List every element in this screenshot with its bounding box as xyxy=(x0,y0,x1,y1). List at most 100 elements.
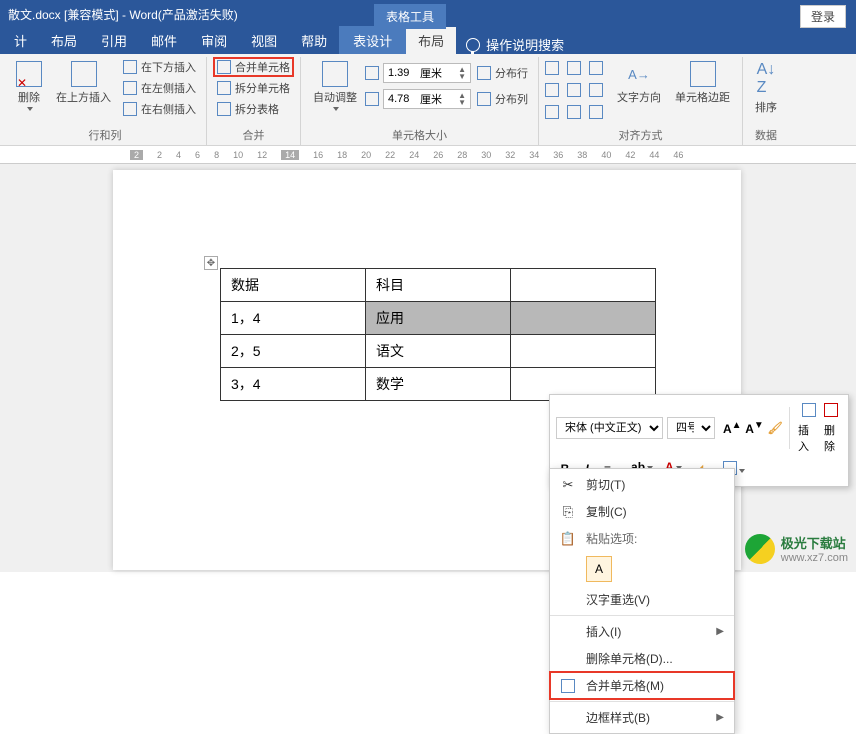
align-ml-button[interactable] xyxy=(545,83,559,97)
ctx-cut[interactable]: ✂剪切(T) xyxy=(550,471,734,498)
col-width-input[interactable]: 厘米▲▼ xyxy=(383,89,471,109)
col-width-icon xyxy=(365,92,379,106)
distribute-cols-label: 分布列 xyxy=(495,91,528,107)
table-cell[interactable]: 数据 xyxy=(221,269,366,302)
align-br-button[interactable] xyxy=(589,105,603,119)
ctx-merge-cells-label: 合并单元格(M) xyxy=(586,677,664,694)
sort-button[interactable]: A↓Z 排序 xyxy=(749,57,783,119)
table-cell[interactable]: 语文 xyxy=(366,335,511,368)
tell-me-search[interactable]: 操作说明搜索 xyxy=(466,35,564,54)
text-direction-button[interactable]: A→ 文字方向 xyxy=(611,57,667,109)
align-mc-button[interactable] xyxy=(567,83,581,97)
ctx-reconvert-label: 汉字重选(V) xyxy=(586,591,650,608)
tab-references[interactable]: 引用 xyxy=(89,27,139,54)
align-bc-button[interactable] xyxy=(567,105,581,119)
table-cell[interactable]: 1，4 xyxy=(221,302,366,335)
distribute-cols-icon xyxy=(477,92,491,106)
tab-design-partial[interactable]: 计 xyxy=(2,27,39,54)
mini-delete-icon[interactable] xyxy=(820,401,842,422)
mini-insert-label[interactable]: 插入 xyxy=(798,422,816,454)
table-cell[interactable]: 2，5 xyxy=(221,335,366,368)
tab-table-layout[interactable]: 布局 xyxy=(406,27,456,54)
shrink-font-button[interactable]: A▼ xyxy=(741,418,759,438)
copy-icon: ⎘ xyxy=(560,504,576,520)
document-title: 散文.docx [兼容模式] - Word(产品激活失败) xyxy=(8,6,238,23)
table-cell[interactable] xyxy=(511,269,656,302)
tab-layout[interactable]: 布局 xyxy=(39,27,89,54)
font-size-select[interactable]: 四号 xyxy=(667,417,715,439)
insert-below-icon xyxy=(123,60,137,74)
table-cell-selected[interactable]: 应用 xyxy=(366,302,511,335)
tab-help[interactable]: 帮助 xyxy=(289,27,339,54)
group-merge: 合并单元格 拆分单元格 拆分表格 合并 xyxy=(207,57,301,145)
group-rows-cols-label: 行和列 xyxy=(89,127,122,145)
split-table-icon xyxy=(217,102,231,116)
font-family-select[interactable]: 宋体 (中文正文) xyxy=(556,417,663,439)
insert-right-button[interactable]: 在右侧插入 xyxy=(119,99,200,119)
table-cell-selected[interactable] xyxy=(511,302,656,335)
paste-option-keep-text[interactable]: A xyxy=(586,556,612,582)
table-move-handle[interactable]: ✥ xyxy=(204,256,218,270)
tell-me-label: 操作说明搜索 xyxy=(486,35,564,54)
autofit-button[interactable]: 自动调整 xyxy=(307,57,363,115)
mini-insert-icon[interactable] xyxy=(798,401,820,422)
ctx-insert-label: 插入(I) xyxy=(586,623,621,640)
format-painter-button[interactable]: 🖌 xyxy=(763,419,781,437)
split-table-label: 拆分表格 xyxy=(235,101,279,117)
align-bl-button[interactable] xyxy=(545,105,559,119)
tab-mailings[interactable]: 邮件 xyxy=(139,27,189,54)
ctx-delete-cells[interactable]: 删除单元格(D)... xyxy=(550,645,734,672)
align-tc-button[interactable] xyxy=(567,61,581,75)
delete-label: 删除 xyxy=(18,89,40,105)
align-tl-button[interactable] xyxy=(545,61,559,75)
insert-left-button[interactable]: 在左侧插入 xyxy=(119,78,200,98)
table-cell[interactable]: 科目 xyxy=(366,269,511,302)
tab-view[interactable]: 视图 xyxy=(239,27,289,54)
delete-button[interactable]: ✕ 删除 xyxy=(10,57,48,115)
align-tr-button[interactable] xyxy=(589,61,603,75)
tab-table-design[interactable]: 表设计 xyxy=(339,26,406,54)
row-height-input[interactable]: 厘米▲▼ xyxy=(383,63,471,83)
split-cells-label: 拆分单元格 xyxy=(235,80,290,96)
group-cell-size: 自动调整 厘米▲▼ 厘米▲▼ 分布行 分布列 单元格大小 xyxy=(301,57,539,145)
insert-right-label: 在右侧插入 xyxy=(141,101,196,117)
table-cell[interactable]: 数学 xyxy=(366,368,511,401)
table-cell[interactable]: 3，4 xyxy=(221,368,366,401)
ctx-paste-header-label: 粘贴选项: xyxy=(586,530,637,547)
ribbon-tabs: 计 布局 引用 邮件 审阅 视图 帮助 表设计 布局 操作说明搜索 xyxy=(0,28,856,54)
cell-margins-button[interactable]: 单元格边距 xyxy=(669,57,736,109)
row-height-icon xyxy=(365,66,379,80)
distribute-rows-button[interactable]: 分布行 xyxy=(473,63,532,83)
document-table[interactable]: 数据 科目 1，4 应用 2，5 语文 3，4 数学 xyxy=(220,268,656,401)
insert-below-button[interactable]: 在下方插入 xyxy=(119,57,200,77)
insert-above-icon xyxy=(71,61,97,87)
watermark: 极光下载站 www.xz7.com xyxy=(745,533,848,564)
insert-above-button[interactable]: 在上方插入 xyxy=(50,57,117,109)
distribute-cols-button[interactable]: 分布列 xyxy=(473,89,532,109)
ctx-border-style-label: 边框样式(B) xyxy=(586,709,650,726)
table-row: 数据 科目 xyxy=(221,269,656,302)
split-cells-button[interactable]: 拆分单元格 xyxy=(213,78,294,98)
submenu-arrow-icon: ▶ xyxy=(716,712,724,723)
ctx-cut-label: 剪切(T) xyxy=(586,476,625,493)
login-button[interactable]: 登录 xyxy=(800,5,846,28)
ctx-reconvert[interactable]: 汉字重选(V) xyxy=(550,586,734,613)
group-data: A↓Z 排序 数据 xyxy=(743,57,789,145)
ctx-copy-label: 复制(C) xyxy=(586,503,627,520)
mini-delete-label[interactable]: 删除 xyxy=(824,422,842,454)
merge-cells-button[interactable]: 合并单元格 xyxy=(213,57,294,77)
autofit-icon xyxy=(322,61,348,87)
table-cell[interactable] xyxy=(511,335,656,368)
text-direction-label: 文字方向 xyxy=(617,89,661,105)
ctx-insert[interactable]: 插入(I)▶ xyxy=(550,618,734,645)
ctx-copy[interactable]: ⎘ 复制(C) xyxy=(550,498,734,525)
split-table-button[interactable]: 拆分表格 xyxy=(213,99,294,119)
grow-font-button[interactable]: A▲ xyxy=(719,418,737,438)
merge-cells-label: 合并单元格 xyxy=(235,59,290,75)
ctx-border-style[interactable]: 边框样式(B) ▶ xyxy=(550,704,734,731)
horizontal-ruler[interactable]: 2246810121416182022242628303234363840424… xyxy=(0,146,856,164)
tab-review[interactable]: 审阅 xyxy=(189,27,239,54)
align-mr-button[interactable] xyxy=(589,83,603,97)
ctx-merge-cells[interactable]: 合并单元格(M) xyxy=(550,672,734,699)
ctx-delete-cells-label: 删除单元格(D)... xyxy=(586,650,673,667)
